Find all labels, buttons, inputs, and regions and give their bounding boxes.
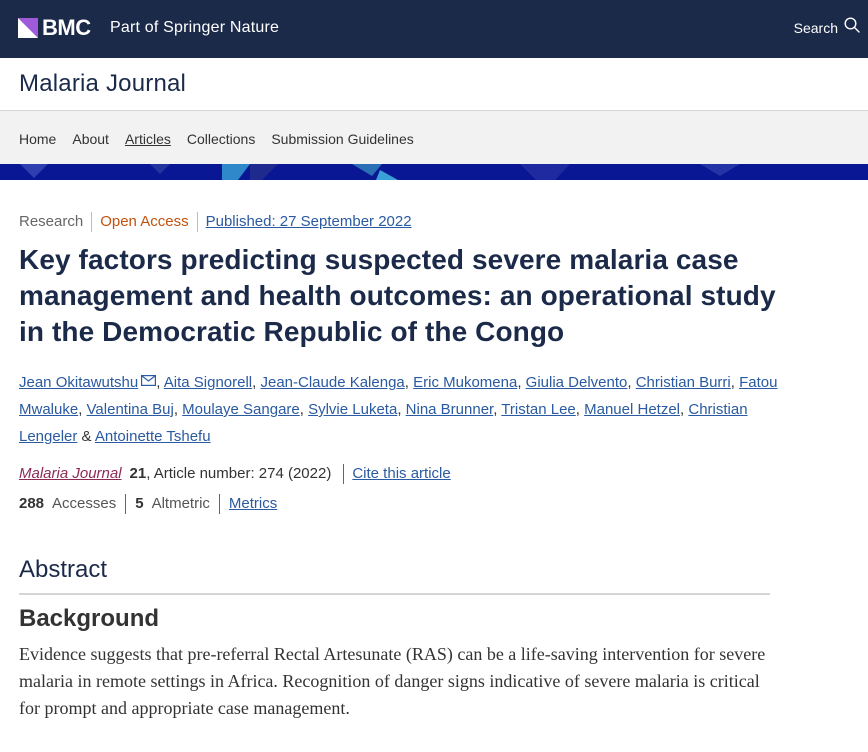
open-access-badge: Open Access	[100, 213, 189, 230]
email-icon[interactable]	[141, 368, 157, 395]
author-link[interactable]: Jean-Claude Kalenga	[260, 374, 404, 391]
author-separator: &	[77, 428, 95, 445]
search-button[interactable]: Search	[794, 17, 860, 39]
nav-item-home[interactable]: Home	[19, 130, 56, 148]
author-link[interactable]: Manuel Hetzel	[584, 401, 680, 418]
author-separator: ,	[627, 374, 636, 391]
author-link[interactable]: Aita Signorell	[164, 374, 252, 391]
published-date-link[interactable]: Published: 27 September 2022	[206, 212, 412, 232]
author-separator: ,	[397, 401, 406, 418]
search-icon	[844, 17, 860, 39]
search-label: Search	[793, 20, 838, 36]
bmc-logo-mark-icon	[18, 18, 38, 38]
author-separator: ,	[575, 401, 585, 418]
author-separator: ,	[730, 374, 740, 391]
nav-item-submission-guidelines[interactable]: Submission Guidelines	[271, 130, 413, 148]
cite-this-article-link[interactable]: Cite this article	[352, 464, 450, 484]
author-separator: ,	[78, 401, 87, 418]
author-link[interactable]: Sylvie Luketa	[308, 401, 397, 418]
metrics-link[interactable]: Metrics	[229, 494, 277, 514]
author-separator: ,	[517, 374, 526, 391]
site-header: BMC Part of Springer Nature Search	[0, 0, 868, 58]
article-number: , Article number: 274 (2022)	[146, 465, 332, 482]
nav-item-about[interactable]: About	[72, 130, 109, 148]
author-link[interactable]: Nina Brunner	[406, 401, 494, 418]
divider	[196, 212, 198, 232]
author-separator: ,	[173, 401, 183, 418]
altmetric-label: Altmetric	[151, 495, 210, 512]
altmetric-count: 5	[135, 495, 144, 512]
accesses-count: 288	[19, 495, 45, 512]
divider	[91, 212, 93, 232]
accesses-label: Accesses	[52, 495, 117, 512]
journal-link[interactable]: Malaria Journal	[19, 464, 122, 484]
article-title: Key factors predicting suspected severe …	[19, 244, 776, 347]
bmc-logo[interactable]: BMC	[18, 17, 91, 39]
banner-pattern-icon	[0, 164, 868, 180]
citation-line: Malaria Journal 21 , Article number: 274…	[19, 464, 451, 484]
author-link[interactable]: Jean Okitawutshu	[19, 374, 138, 391]
author-link[interactable]: Valentina Buj	[87, 401, 174, 418]
decorative-banner	[0, 164, 868, 180]
article-type: Research	[19, 213, 84, 230]
journal-nav: Home About Articles Collections Submissi…	[0, 111, 868, 164]
divider	[343, 464, 345, 484]
nav-item-articles[interactable]: Articles	[125, 130, 171, 148]
abstract-heading: Abstract	[19, 556, 108, 583]
journal-title[interactable]: Malaria Journal	[19, 70, 186, 98]
author-link[interactable]: Christian Burri	[636, 374, 731, 391]
author-separator: ,	[404, 374, 414, 391]
volume-number: 21	[129, 465, 147, 482]
brand-name: BMC	[42, 15, 91, 40]
background-heading: Background	[19, 605, 160, 632]
springer-tagline[interactable]: Part of Springer Nature	[110, 18, 279, 38]
author-separator: ,	[156, 374, 164, 391]
author-link[interactable]: Giulia Delvento	[526, 374, 628, 391]
divider	[125, 494, 127, 514]
author-separator: ,	[299, 401, 309, 418]
abstract-divider	[19, 593, 770, 595]
article-meta: Research Open Access Published: 27 Septe…	[19, 212, 412, 232]
author-link[interactable]: Moulaye Sangare	[182, 401, 300, 418]
journal-header: Malaria Journal	[0, 58, 868, 111]
author-list: Jean Okitawutshu, Aita Signorell, Jean-C…	[19, 368, 779, 450]
abstract-background-text: Evidence suggests that pre-referral Rect…	[19, 644, 766, 718]
divider	[218, 494, 220, 514]
nav-item-collections[interactable]: Collections	[187, 130, 255, 148]
author-link[interactable]: Eric Mukomena	[413, 374, 517, 391]
metrics-line: 288 Accesses 5 Altmetric Metrics	[19, 494, 277, 514]
author-link[interactable]: Tristan Lee	[501, 401, 575, 418]
author-link[interactable]: Antoinette Tshefu	[95, 428, 211, 445]
